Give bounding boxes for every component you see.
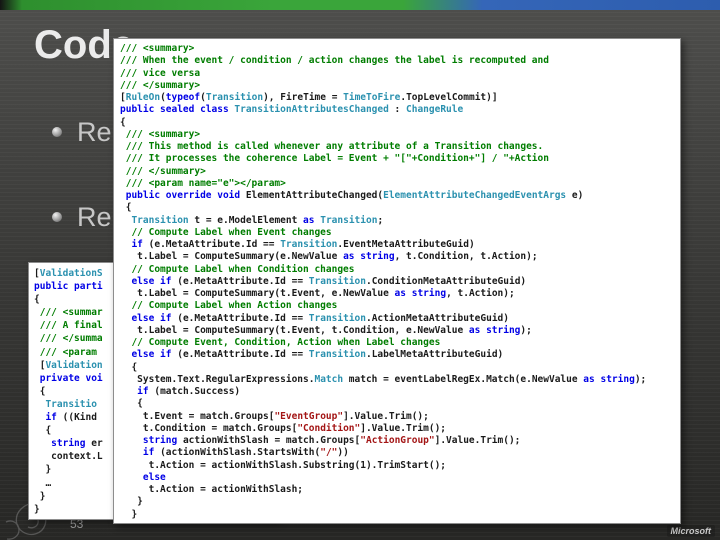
code-window-main: /// <summary>/// When the event / condit… <box>113 38 681 524</box>
bullet-text-1: Re <box>77 116 112 147</box>
bullet-icon <box>52 127 62 137</box>
presentation-slide: Code Re Re [ValidationS public parti{ ///… <box>0 0 720 540</box>
bullet-icon <box>52 212 62 222</box>
code-main-content: /// <summary>/// When the event / condit… <box>120 43 647 520</box>
top-accent-bar <box>0 0 720 10</box>
bullet-item-1: Re <box>52 114 112 150</box>
microsoft-logo: Microsoft <box>666 525 715 537</box>
bullet-item-2: Re <box>52 199 112 235</box>
bullet-text-2: Re <box>77 201 112 232</box>
